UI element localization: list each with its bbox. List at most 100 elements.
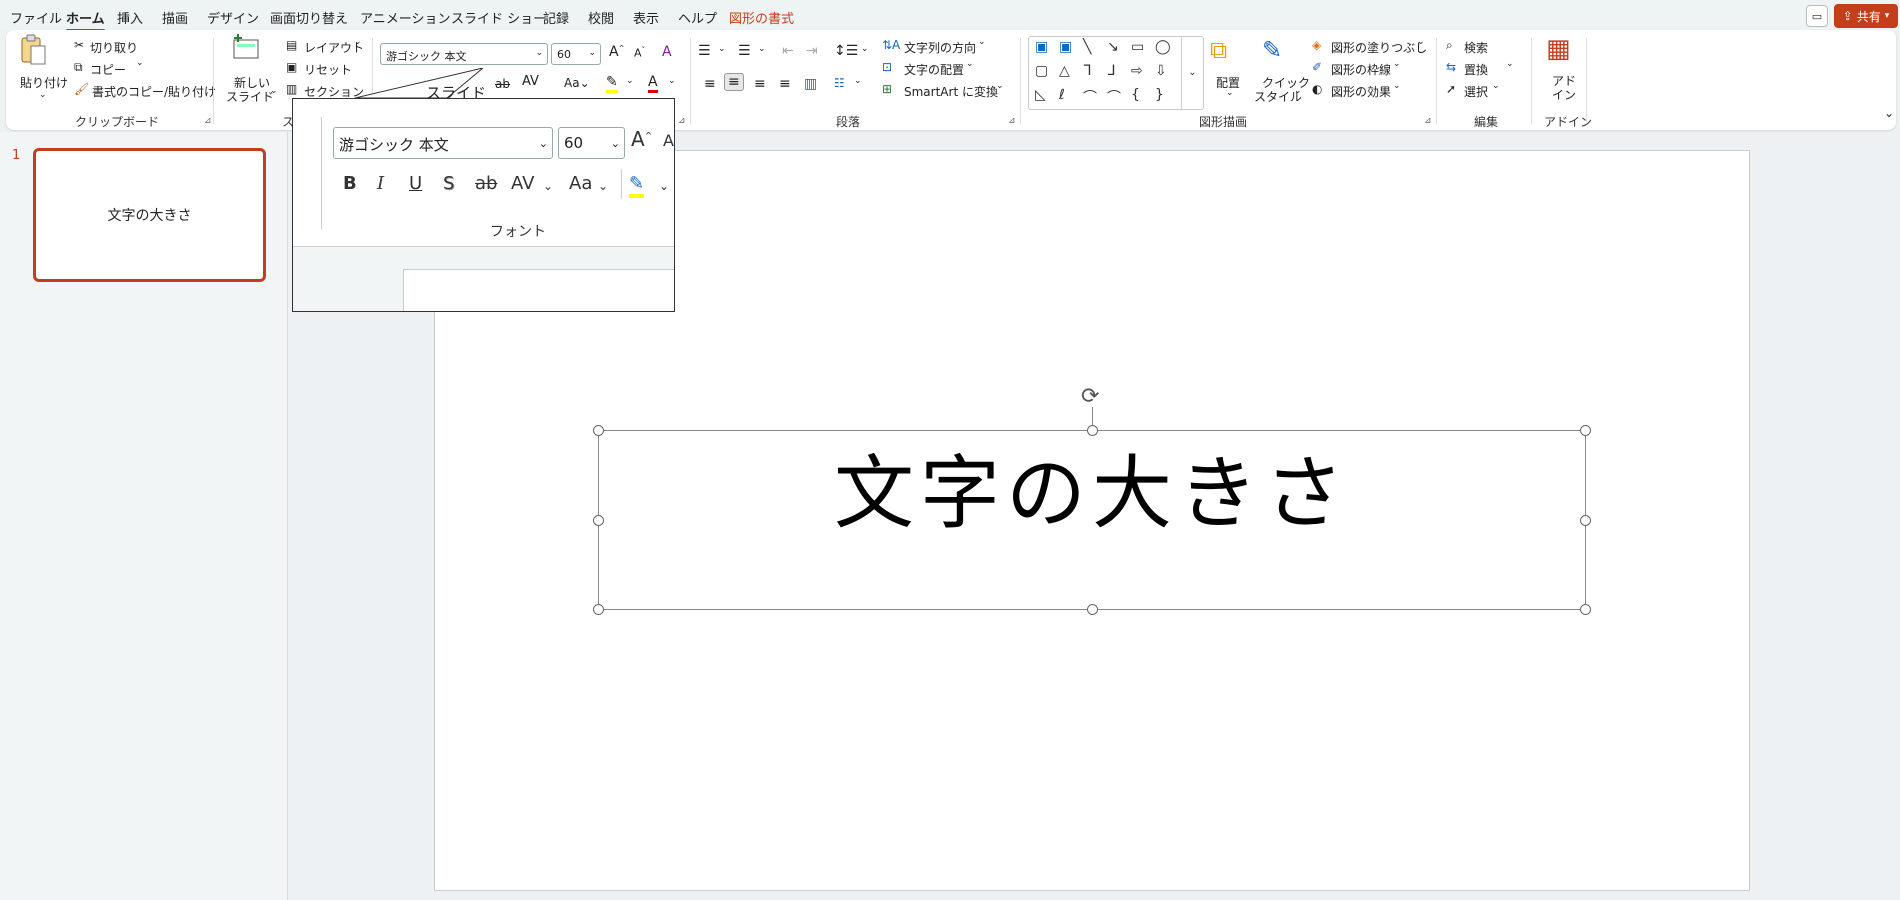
text-box-icon[interactable]: ▣ bbox=[1035, 39, 1048, 55]
tab-file[interactable]: ファイル bbox=[10, 8, 62, 27]
decrease-font-size-icon[interactable]: A˅ bbox=[634, 46, 645, 60]
oval-icon[interactable]: ◯ bbox=[1155, 39, 1171, 55]
chevron-down-icon[interactable]: ⌄ bbox=[1294, 86, 1302, 96]
text-shadow-icon[interactable]: S bbox=[443, 173, 454, 194]
chevron-down-icon[interactable]: ⌄ bbox=[659, 179, 669, 193]
chevron-down-icon[interactable]: ⌄ bbox=[136, 58, 144, 68]
format-painter-button[interactable]: 書式のコピー/貼り付け bbox=[92, 83, 216, 100]
chevron-down-icon[interactable]: ⌄ bbox=[1393, 81, 1401, 91]
font-name-dropdown[interactable]: 游ゴシック 本文 ⌄ bbox=[380, 43, 548, 65]
rectangle-icon[interactable]: ▭ bbox=[1131, 39, 1144, 55]
increase-indent-icon[interactable]: ⇥ bbox=[806, 43, 818, 59]
shape-fill-button[interactable]: 図形の塗りつぶし bbox=[1331, 39, 1427, 56]
rotate-handle-icon[interactable]: ⟳ bbox=[1081, 384, 1105, 409]
reset-button[interactable]: リセット bbox=[304, 61, 352, 78]
chevron-down-icon[interactable]: ⌄ bbox=[1226, 88, 1234, 98]
justify-icon[interactable]: ≡ bbox=[779, 76, 791, 92]
chevron-down-icon[interactable]: ⌄ bbox=[626, 76, 634, 86]
find-button[interactable]: 検索 bbox=[1464, 39, 1488, 56]
shape-effects-button[interactable]: 図形の効果 bbox=[1331, 83, 1391, 100]
numbering-icon[interactable]: ☰ bbox=[738, 43, 751, 59]
font-size-dropdown[interactable]: 60 ⌄ bbox=[558, 127, 625, 159]
curve-icon[interactable]: ⌒ bbox=[1083, 87, 1097, 107]
chevron-down-icon[interactable]: ⌄ bbox=[861, 44, 869, 54]
freeform-icon[interactable]: ◺ bbox=[1035, 87, 1046, 103]
align-center-icon[interactable]: ≡ bbox=[724, 73, 744, 91]
tab-slideshow[interactable]: スライド ショー bbox=[451, 8, 546, 27]
columns-icon[interactable]: ☷ bbox=[834, 76, 845, 90]
resize-handle[interactable] bbox=[1087, 425, 1098, 436]
chevron-down-icon[interactable]: ⌄ bbox=[1506, 59, 1514, 69]
resize-handle[interactable] bbox=[593, 515, 604, 526]
right-brace-icon[interactable]: } bbox=[1155, 87, 1164, 103]
smartart-button[interactable]: SmartArt に変換 bbox=[904, 83, 998, 100]
tab-design[interactable]: デザイン bbox=[207, 8, 259, 27]
triangle-icon[interactable]: △ bbox=[1059, 63, 1070, 79]
shape-outline-button[interactable]: 図形の枠線 bbox=[1331, 61, 1391, 78]
resize-handle[interactable] bbox=[1580, 604, 1591, 615]
text-direction-button[interactable]: 文字列の方向 bbox=[904, 39, 976, 56]
collapse-ribbon-icon[interactable]: ⌄ bbox=[1884, 106, 1894, 120]
dialog-launcher-icon[interactable]: ⊿ bbox=[204, 116, 212, 126]
slide-thumbnail[interactable]: 文字の大きさ bbox=[33, 148, 266, 282]
left-brace-icon[interactable]: { bbox=[1131, 87, 1140, 103]
chevron-down-icon[interactable]: ⌄ bbox=[543, 179, 553, 193]
clear-formatting-icon[interactable]: A bbox=[662, 44, 672, 60]
elbow-connector-icon[interactable]: ᒣ bbox=[1083, 63, 1092, 79]
increase-font-size-icon[interactable]: A^ bbox=[609, 44, 624, 60]
increase-font-size-icon[interactable]: A^ bbox=[631, 127, 652, 151]
vertical-text-box-icon[interactable]: ▣ bbox=[1059, 39, 1072, 55]
tab-review[interactable]: 校閲 bbox=[588, 8, 614, 27]
italic-icon[interactable]: I bbox=[377, 173, 384, 194]
tab-help[interactable]: ヘルプ bbox=[678, 8, 717, 27]
shape-gallery[interactable]: ▣ ▣ ╲ ↘ ▭ ◯ ▢ △ ᒣ ᒧ ⇨ ⇩ ◺ ℓ ⌒ ⌒ { } ⌄ bbox=[1028, 36, 1204, 110]
arc-icon[interactable]: ⌒ bbox=[1107, 87, 1121, 107]
align-left-icon[interactable]: ≡ bbox=[704, 76, 716, 92]
tab-shape-format[interactable]: 図形の書式 bbox=[729, 8, 794, 27]
bullets-icon[interactable]: ☰ bbox=[698, 43, 711, 59]
right-arrow-icon[interactable]: ⇨ bbox=[1131, 63, 1143, 79]
dialog-launcher-icon[interactable]: ⊿ bbox=[1424, 116, 1432, 126]
dialog-launcher-icon[interactable]: ⊿ bbox=[678, 116, 686, 126]
underline-icon[interactable]: U bbox=[409, 173, 422, 194]
change-case-icon[interactable]: Aa bbox=[569, 173, 592, 194]
line-spacing-icon[interactable]: ↕☰ bbox=[834, 43, 858, 59]
comments-button[interactable]: ▭ bbox=[1806, 5, 1828, 27]
chevron-down-icon[interactable]: ⌄ bbox=[1417, 37, 1425, 47]
elbow-arrow-connector-icon[interactable]: ᒧ bbox=[1107, 63, 1116, 79]
tab-record[interactable]: 記録 bbox=[543, 8, 569, 27]
share-button[interactable]: ⇪ 共有 ▾ bbox=[1834, 4, 1898, 28]
bold-icon[interactable]: B bbox=[343, 173, 357, 194]
tab-draw[interactable]: 描画 bbox=[162, 8, 188, 27]
chevron-down-icon[interactable]: ⌄ bbox=[354, 37, 362, 47]
tab-insert[interactable]: 挿入 bbox=[117, 8, 143, 27]
chevron-down-icon[interactable]: ⌄ bbox=[718, 44, 726, 54]
select-button[interactable]: 選択 bbox=[1464, 83, 1488, 100]
scribble-icon[interactable]: ℓ bbox=[1059, 87, 1065, 103]
distributed-icon[interactable]: ▥ bbox=[804, 76, 817, 92]
chevron-down-icon[interactable]: ⌄ bbox=[1393, 59, 1401, 69]
tab-home[interactable]: ホーム bbox=[66, 8, 105, 32]
copy-button[interactable]: コピー bbox=[90, 61, 126, 78]
character-spacing-icon[interactable]: AV bbox=[511, 173, 534, 194]
dialog-launcher-icon[interactable]: ⊿ bbox=[1008, 116, 1016, 126]
highlight-icon[interactable]: ✎ bbox=[606, 74, 618, 93]
chevron-down-icon[interactable]: ⌄ bbox=[996, 81, 1004, 91]
resize-handle[interactable] bbox=[593, 604, 604, 615]
down-arrow-icon[interactable]: ⇩ bbox=[1155, 63, 1167, 79]
chevron-down-icon[interactable]: ⌄ bbox=[39, 90, 47, 100]
resize-handle[interactable] bbox=[1580, 425, 1591, 436]
chevron-down-icon[interactable]: ⌄ bbox=[598, 179, 608, 193]
line-icon[interactable]: ╲ bbox=[1083, 39, 1091, 55]
tab-transitions[interactable]: 画面切り替え bbox=[270, 8, 348, 27]
chevron-down-icon[interactable]: ⌄ bbox=[966, 59, 974, 69]
resize-handle[interactable] bbox=[1580, 515, 1591, 526]
chevron-down-icon[interactable]: ⌄ bbox=[1492, 81, 1500, 91]
change-case-icon[interactable]: Aa⌄ bbox=[564, 76, 590, 90]
new-slide-button[interactable]: スライド bbox=[226, 88, 274, 105]
character-spacing-icon[interactable]: AV bbox=[522, 74, 539, 89]
replace-button[interactable]: 置換 bbox=[1464, 61, 1488, 78]
tab-view[interactable]: 表示 bbox=[633, 8, 659, 27]
strikethrough-icon[interactable]: ab bbox=[475, 173, 497, 194]
resize-handle[interactable] bbox=[593, 425, 604, 436]
